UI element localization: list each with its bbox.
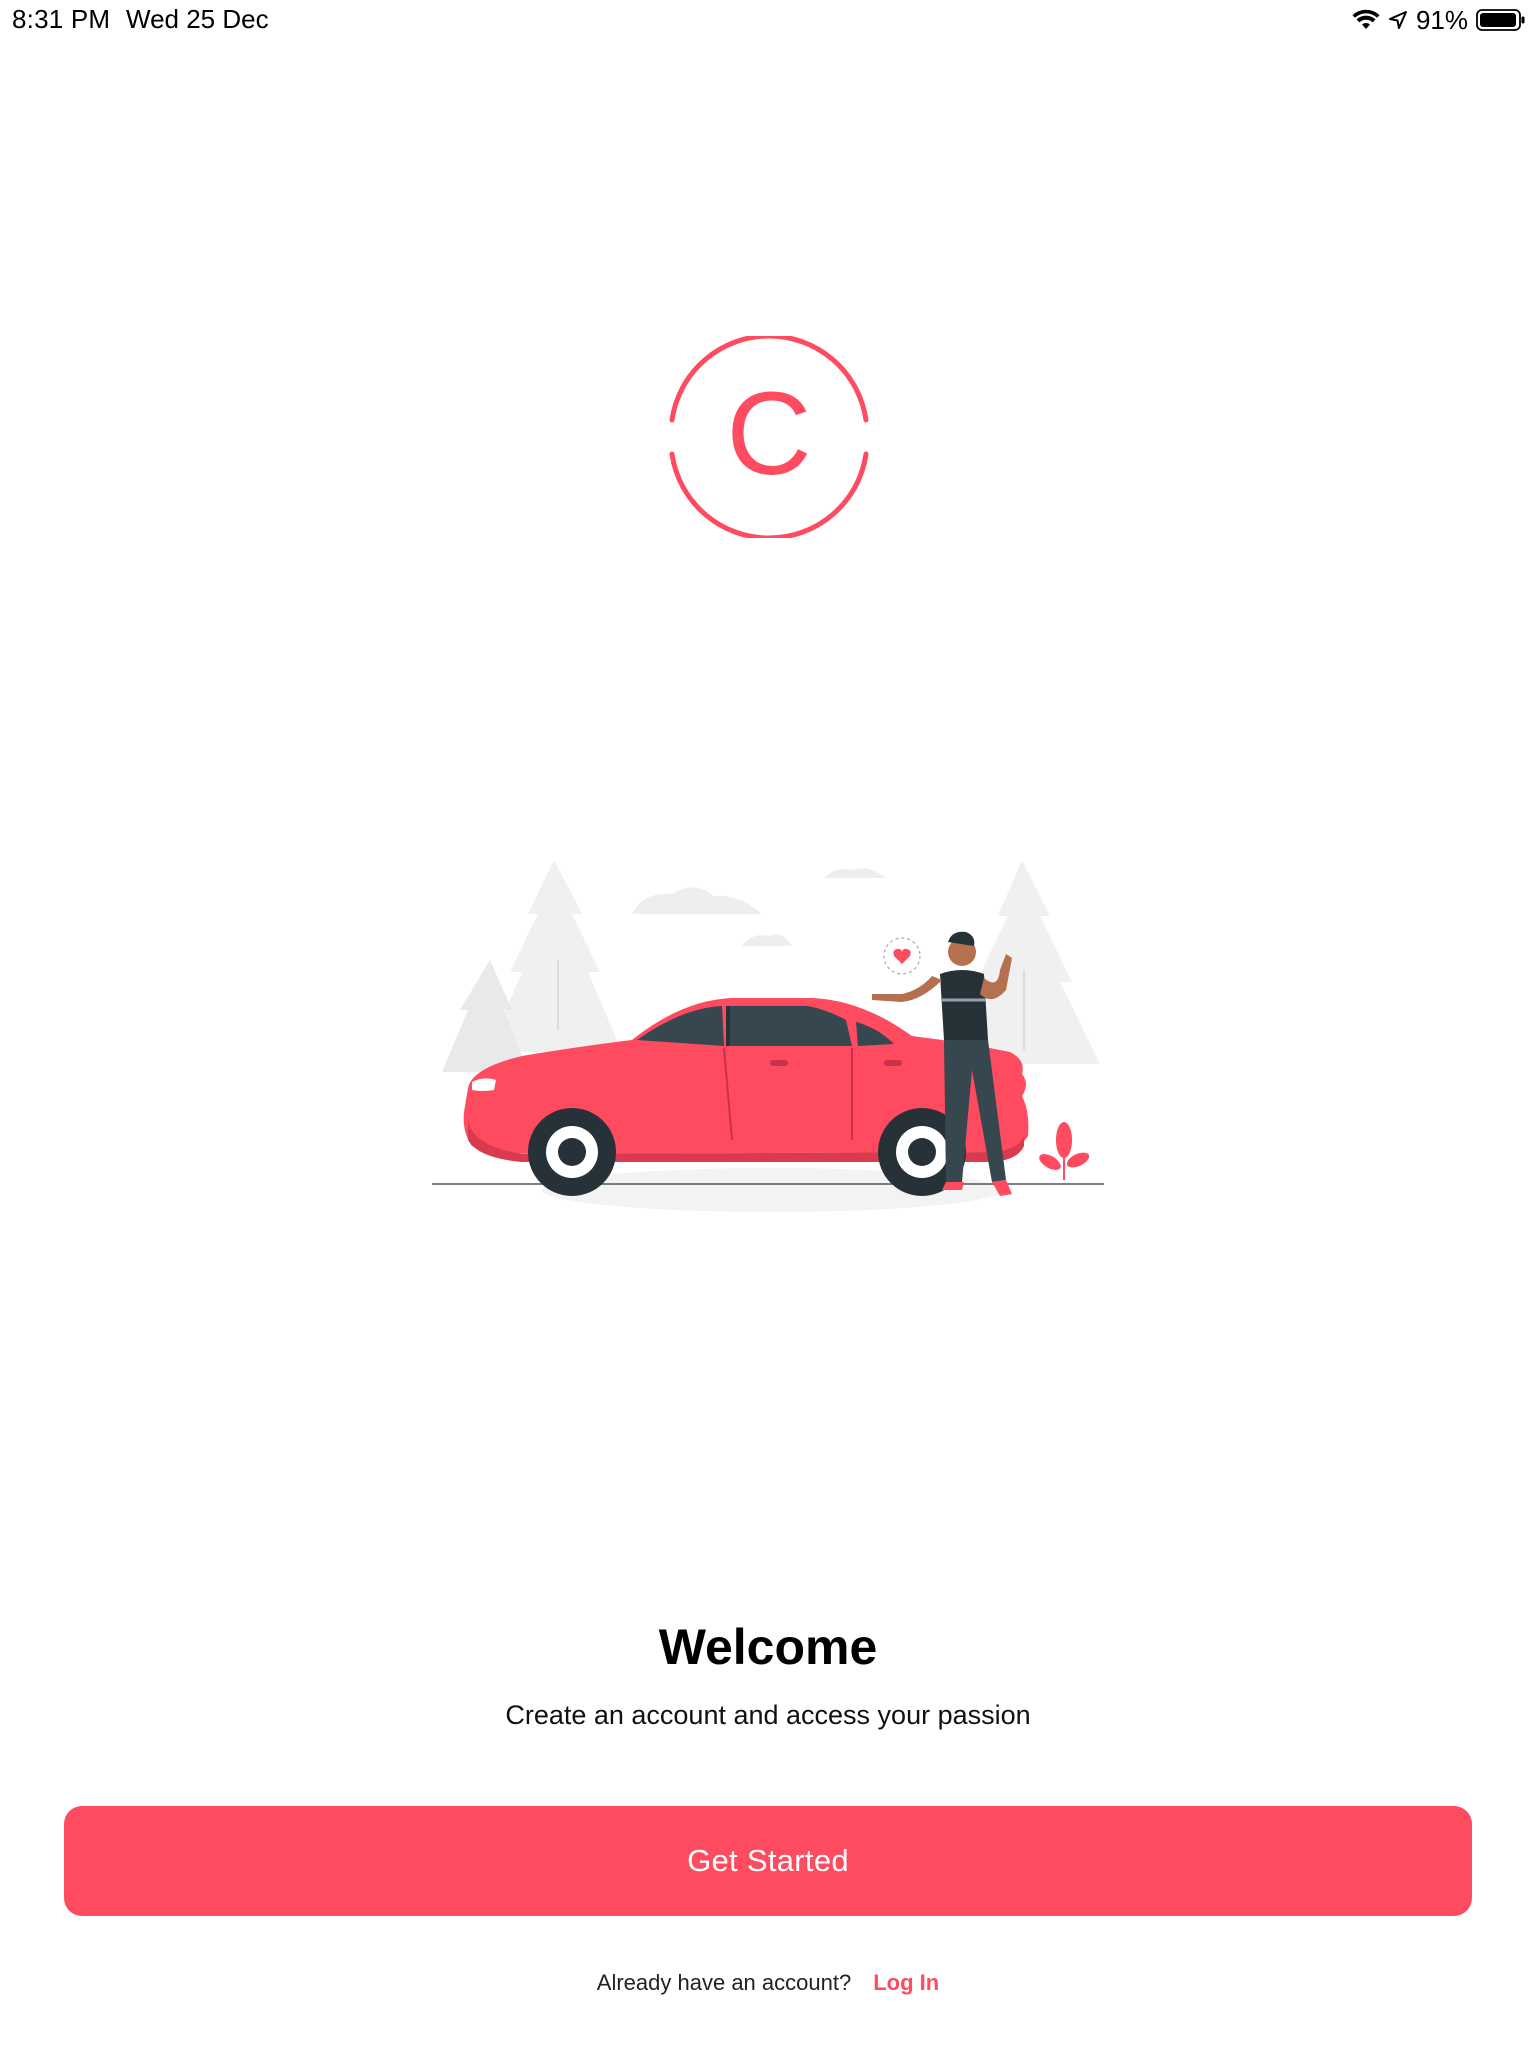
logo-letter: C	[726, 368, 811, 500]
welcome-title: Welcome	[658, 1619, 878, 1675]
status-time: 8:31 PM	[12, 4, 111, 34]
status-bar: 8:31 PM Wed 25 Dec 91%	[0, 0, 1536, 40]
welcome-subtitle: Create an account and access your passio…	[505, 1700, 1031, 1730]
location-icon	[1388, 10, 1408, 30]
status-date: Wed 25 Dec	[126, 4, 269, 34]
status-indicators: 91%	[1352, 4, 1526, 36]
app-logo: C	[668, 333, 870, 541]
car-illustration	[432, 850, 1112, 1230]
login-link[interactable]: Log In	[873, 1970, 939, 1996]
get-started-button[interactable]: Get Started	[64, 1806, 1472, 1916]
battery-percent: 91%	[1415, 4, 1468, 35]
login-prompt: Already have an account?	[596, 1970, 852, 1995]
wifi-icon	[1352, 9, 1380, 31]
battery-icon	[1476, 8, 1526, 32]
login-row: Already have an account? Log In	[0, 1970, 1536, 1996]
